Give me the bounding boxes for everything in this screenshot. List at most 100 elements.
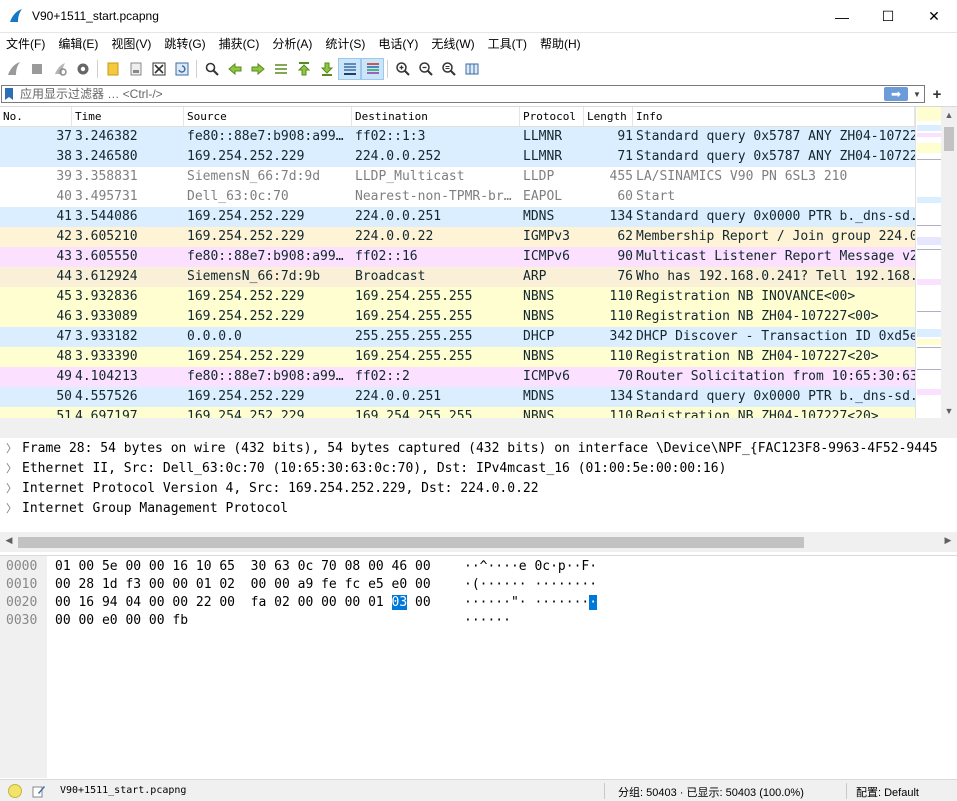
packet-row[interactable]: 49 4.104213 fe80::88e7:b908:a99… ff02::2 ICM… [0,367,915,387]
packet-row[interactable]: 42 3.605210 169.254.252.229 224.0.0.22 IGMPv… [0,227,915,247]
column-header-destination[interactable]: Destination [352,107,520,126]
column-header-time[interactable]: Time [72,107,184,126]
menu-file[interactable]: 文件(F) [0,33,52,55]
details-horizontal-scrollbar[interactable]: ◀ ▶ [0,532,957,552]
byte-hex-row[interactable]: 01 00 5e 00 00 16 10 65 30 63 0c 70 08 0… [55,558,431,576]
ascii-byte-selected[interactable]: · [589,595,598,610]
options-gear-icon[interactable] [71,58,94,80]
minimize-button[interactable]: — [819,0,865,33]
menu-help[interactable]: 帮助(H) [534,33,588,55]
packet-row[interactable]: 40 3.495731 Dell_63:0c:70 Nearest-non-TPMR-… [0,187,915,207]
packet-length: 110 [609,409,633,418]
column-header-protocol[interactable]: Protocol [520,107,584,126]
colorize-icon[interactable] [361,58,384,80]
first-packet-icon[interactable] [292,58,315,80]
back-icon[interactable] [223,58,246,80]
column-header-info[interactable]: Info [633,107,915,126]
stop-icon[interactable] [25,58,48,80]
maximize-button[interactable]: ☐ [865,0,911,33]
menu-edit[interactable]: 编辑(E) [52,33,105,55]
shark-start-icon[interactable] [2,58,25,80]
byte-hex-row[interactable]: 00 28 1d f3 00 00 01 02 00 00 a9 fe fc e… [55,576,431,594]
packet-time: 3.932836 [75,289,138,304]
scroll-up-icon[interactable]: ▲ [941,107,957,123]
packet-row[interactable]: 45 3.932836 169.254.252.229 169.254.255.255… [0,287,915,307]
packet-row[interactable]: 51 4.697197 169.254.252.229 169.254.255.255… [0,407,915,418]
packet-minimap[interactable] [915,107,941,418]
scroll-down-icon[interactable]: ▼ [941,403,957,418]
menu-go[interactable]: 跳转(G) [158,33,212,55]
status-profile[interactable]: 配置: Default [856,784,919,800]
apply-filter-button[interactable]: ➡ [884,87,908,101]
find-icon[interactable] [200,58,223,80]
scrollbar-thumb[interactable] [18,537,804,548]
open-file-icon[interactable] [101,58,124,80]
last-packet-icon[interactable] [315,58,338,80]
column-header-source[interactable]: Source [184,107,352,126]
close-button[interactable]: ✕ [911,0,957,33]
packet-row[interactable]: 39 3.358831 SiemensN_66:7d:9d LLDP_Multicas… [0,167,915,187]
column-header-length[interactable]: Length [584,107,633,126]
byte-ascii-row[interactable]: ·(······ ········ [464,576,597,594]
save-file-icon[interactable] [124,58,147,80]
byte-hex-row[interactable]: 00 00 e0 00 00 fb [55,612,188,630]
close-file-icon[interactable] [147,58,170,80]
packet-row[interactable]: 50 4.557526 169.254.252.229 224.0.0.251 MDNS… [0,387,915,407]
packet-row[interactable]: 44 3.612924 SiemensN_66:7d:9b Broadcast ARP 7… [0,267,915,287]
packet-row[interactable]: 41 3.544086 169.254.252.229 224.0.0.251 MDNS… [0,207,915,227]
detail-row-igmp[interactable]: 〉 Internet Group Management Protocol [0,498,957,518]
menu-telephony[interactable]: 电话(Y) [372,33,425,55]
packet-source: 169.254.252.229 [187,209,305,224]
reload-icon[interactable] [170,58,193,80]
packet-time: 3.358831 [75,169,138,184]
pane-splitter[interactable] [0,418,957,438]
zoom-in-icon[interactable] [391,58,414,80]
packet-row[interactable]: 47 3.933182 0.0.0.0 255.255.255.255 DHCP 342 D… [0,327,915,347]
detail-row-ethernet[interactable]: 〉 Ethernet II, Src: Dell_63:0c:70 (10:65… [0,458,957,478]
byte-ascii-row[interactable]: ······ [464,612,511,630]
packet-row[interactable]: 43 3.605550 fe80::88e7:b908:a99… ff02::16 IC… [0,247,915,267]
packet-row[interactable]: 48 3.933390 169.254.252.229 169.254.255.255… [0,347,915,367]
add-filter-button[interactable]: + [928,85,946,103]
expand-arrow-icon[interactable]: 〉 [6,440,20,456]
filter-history-dropdown-icon[interactable]: ▼ [910,86,924,102]
packet-row[interactable]: 38 3.246580 169.254.252.229 224.0.0.252 LLMN… [0,147,915,167]
detail-row-ipv4[interactable]: 〉 Internet Protocol Version 4, Src: 169.… [0,478,957,498]
zoom-normal-icon[interactable] [437,58,460,80]
packet-destination: LLDP_Multicast [355,169,465,184]
display-filter-input[interactable] [14,86,884,102]
scroll-left-icon[interactable]: ◀ [3,535,15,546]
expand-arrow-icon[interactable]: 〉 [6,480,20,496]
menu-capture[interactable]: 捕获(C) [213,33,267,55]
menu-statistics[interactable]: 统计(S) [319,33,372,55]
menu-analyze[interactable]: 分析(A) [266,33,319,55]
menu-view[interactable]: 视图(V) [105,33,158,55]
restart-icon[interactable] [48,58,71,80]
byte-ascii-row[interactable]: ······"· ········ [464,594,598,612]
packet-length: 342 [609,329,633,344]
packet-list-scrollbar[interactable]: ▲ ▼ [941,107,957,418]
expand-arrow-icon[interactable]: 〉 [6,500,20,516]
expert-info-icon[interactable] [8,783,22,798]
detail-row-frame[interactable]: 〉 Frame 28: 54 bytes on wire (432 bits),… [0,438,957,458]
bookmark-icon[interactable] [4,87,14,101]
byte-hex-row[interactable]: 00 16 94 04 00 00 22 00 fa 02 00 00 00 0… [55,594,431,612]
packet-destination: ff02::16 [355,249,418,264]
packet-row[interactable]: 37 3.246382 fe80::88e7:b908:a99… ff02::1:3 L… [0,127,915,147]
hex-byte-selected[interactable]: 03 [391,595,408,610]
packet-protocol: NBNS [523,309,555,324]
zoom-out-icon[interactable] [414,58,437,80]
autoscroll-icon[interactable] [338,58,361,80]
resize-columns-icon[interactable] [460,58,483,80]
byte-ascii-row[interactable]: ··^····e 0c·p··F· [464,558,597,576]
menu-tools[interactable]: 工具(T) [482,33,534,55]
edit-comment-icon[interactable] [32,784,46,798]
packet-row[interactable]: 46 3.933089 169.254.252.229 169.254.255.255… [0,307,915,327]
menu-wireless[interactable]: 无线(W) [425,33,481,55]
scrollbar-thumb[interactable] [944,127,954,151]
goto-packet-icon[interactable] [269,58,292,80]
column-header-no[interactable]: No. [0,107,72,126]
expand-arrow-icon[interactable]: 〉 [6,460,20,476]
scroll-right-icon[interactable]: ▶ [942,535,954,546]
forward-icon[interactable] [246,58,269,80]
